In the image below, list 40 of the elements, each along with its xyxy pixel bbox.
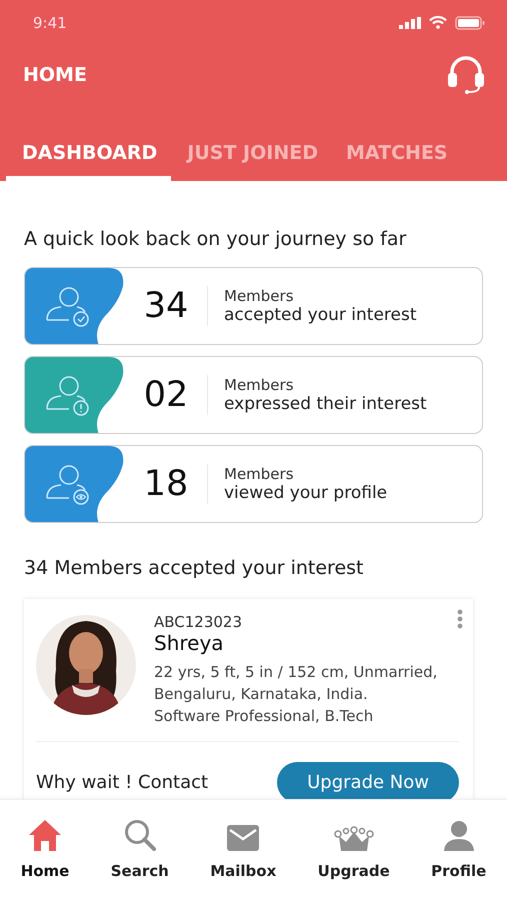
card-description: expressed their interest bbox=[224, 394, 427, 414]
profile-detail: Software Professional, B.Tech bbox=[154, 706, 374, 727]
upgrade-button[interactable]: Upgrade Now bbox=[277, 762, 459, 799]
status-time: 9:41 bbox=[33, 14, 67, 32]
card-label: Members bbox=[224, 465, 295, 483]
section-heading: 34 Members accepted your interest bbox=[24, 557, 364, 579]
stat-card[interactable]: 18 Members viewed your profile bbox=[24, 445, 483, 523]
tab[interactable]: DASHBOARD bbox=[6, 142, 172, 181]
nav-item[interactable]: Search bbox=[110, 800, 169, 900]
nav-item[interactable]: Mailbox bbox=[210, 800, 276, 900]
person-icon bbox=[442, 820, 475, 852]
card-description: accepted your interest bbox=[224, 305, 417, 325]
search-icon bbox=[122, 818, 157, 852]
card-description: viewed your profile bbox=[224, 483, 388, 503]
section-heading: A quick look back on your journey so far bbox=[24, 228, 408, 250]
member-count: 18 bbox=[142, 464, 190, 504]
card-label: Members bbox=[224, 287, 295, 305]
profile-name: Shreya bbox=[154, 631, 225, 655]
profile-id: ABC123023 bbox=[154, 613, 244, 631]
contact-prompt: Why wait ! Contact bbox=[36, 772, 208, 793]
nav-item[interactable]: Home bbox=[20, 800, 70, 900]
nav-item[interactable]: Upgrade bbox=[318, 800, 390, 900]
member-count: 34 bbox=[142, 286, 190, 326]
card-label: Members bbox=[224, 376, 295, 394]
headset-icon[interactable] bbox=[445, 56, 487, 94]
nav-item[interactable]: Profile bbox=[431, 800, 486, 900]
crown-icon bbox=[334, 826, 374, 852]
member-count: 02 bbox=[142, 375, 190, 415]
battery-icon bbox=[455, 16, 485, 30]
more-icon[interactable] bbox=[457, 609, 463, 629]
profile-detail: 22 yrs, 5 ft, 5 in / 152 cm, Unmarried, bbox=[154, 662, 438, 683]
profile-card[interactable]: ABC123023 Shreya 22 yrs, 5 ft, 5 in / 152 cm, Unmarried, Bengaluru, Karnataka, India. Software Professional, B.Tech Why wait ! Contact Upgrade Now bbox=[24, 599, 473, 799]
stat-card[interactable]: 02 Members expressed their interest bbox=[24, 356, 483, 434]
mail-icon bbox=[226, 824, 260, 852]
page-title: HOME bbox=[23, 64, 87, 86]
home-icon bbox=[27, 818, 64, 852]
stat-card[interactable]: 34 Members accepted your interest bbox=[24, 267, 483, 345]
signal-icon bbox=[399, 16, 421, 28]
profile-detail: Bengaluru, Karnataka, India. bbox=[154, 684, 369, 705]
wifi-icon bbox=[429, 16, 447, 29]
